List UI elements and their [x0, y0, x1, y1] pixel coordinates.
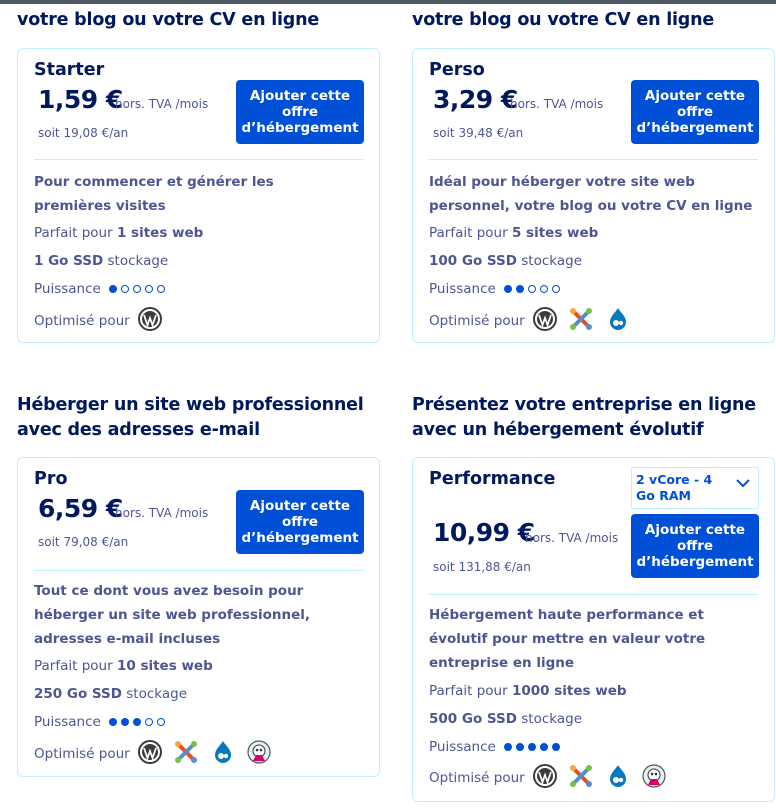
sites-line: Parfait pour 1 sites web — [34, 225, 204, 241]
yearly-price: soit 39,48 €/an — [433, 126, 524, 140]
plan-price: 3,29 € — [433, 85, 518, 114]
power-dot — [121, 285, 130, 293]
drupal-icon — [606, 307, 630, 335]
power-rating — [504, 281, 564, 297]
power-dot — [145, 285, 154, 293]
add-offer-button[interactable]: Ajouter cette offre d’hébergement — [236, 80, 364, 144]
price-note: hors. TVA /mois — [115, 97, 209, 111]
storage-line: 500 Go SSD stockage — [429, 711, 583, 727]
divider — [429, 594, 758, 595]
power-dot — [157, 718, 166, 726]
plan-card-pro: Pro 6,59 € hors. TVA /mois soit 79,08 €/… — [17, 457, 380, 777]
plan-description: Idéal pour héberger votre site web perso… — [429, 174, 753, 214]
power-dot — [540, 743, 549, 751]
power-dot — [133, 718, 142, 726]
optimized-line: Optimisé pour — [34, 740, 279, 768]
add-offer-button[interactable]: Ajouter cette offre d’hébergement — [631, 514, 759, 578]
price-note: hors. TVA /mois — [525, 531, 619, 545]
section-heading-pro: Héberger un site web professionnel avec … — [17, 395, 364, 440]
joomla-icon — [569, 307, 593, 335]
section-heading-starter: votre blog ou votre CV en ligne — [17, 10, 320, 30]
wordpress-icon — [138, 740, 163, 768]
optimized-line: Optimisé pour — [429, 764, 674, 792]
yearly-price: soit 79,08 €/an — [38, 535, 129, 549]
storage-line: 1 Go SSD stockage — [34, 253, 169, 269]
power-dot — [504, 285, 513, 293]
optimized-line: Optimisé pour — [429, 307, 638, 335]
divider — [429, 159, 758, 160]
plan-description: Tout ce dont vous avez besoin pour héber… — [34, 583, 311, 647]
power-rating — [109, 714, 169, 730]
power-line: Puissance — [429, 739, 564, 755]
wordpress-icon — [533, 764, 558, 792]
plan-description: Hébergement haute performance et évoluti… — [429, 607, 706, 671]
plan-card-perso: Perso 3,29 € hors. TVA /mois soit 39,48 … — [412, 48, 775, 343]
top-scroll-edge — [0, 0, 776, 4]
prestashop-icon — [642, 764, 666, 792]
power-dot — [528, 285, 537, 293]
add-offer-button[interactable]: Ajouter cette offre d’hébergement — [631, 80, 759, 144]
power-dot — [109, 285, 118, 293]
joomla-icon — [569, 764, 593, 792]
sites-line: Parfait pour 1000 sites web — [429, 683, 627, 699]
drupal-icon — [606, 764, 630, 792]
wordpress-icon — [138, 307, 163, 335]
power-dot — [133, 285, 142, 293]
power-line: Puissance — [34, 281, 169, 297]
plan-name: Performance — [429, 469, 556, 489]
plan-price: 1,59 € — [38, 85, 123, 114]
power-dot — [145, 718, 154, 726]
power-rating — [109, 281, 169, 297]
power-line: Puissance — [429, 281, 564, 297]
power-dot — [109, 718, 118, 726]
plan-card-starter: Starter 1,59 € hors. TVA /mois soit 19,0… — [17, 48, 380, 343]
sites-line: Parfait pour 5 sites web — [429, 225, 599, 241]
optimized-line: Optimisé pour — [34, 307, 170, 335]
price-note: hors. TVA /mois — [510, 97, 604, 111]
plan-description: Pour commencer et générer les premières … — [34, 174, 274, 214]
divider — [34, 570, 363, 571]
chevron-down-icon — [736, 476, 750, 492]
power-dot — [504, 743, 513, 751]
wordpress-icon — [533, 307, 558, 335]
storage-line: 250 Go SSD stockage — [34, 686, 188, 702]
power-dot — [552, 285, 561, 293]
plan-name: Perso — [429, 60, 485, 80]
power-dot — [540, 285, 549, 293]
config-select-value: 2 vCore - 4 Go RAM — [636, 472, 713, 503]
power-dot — [528, 743, 537, 751]
config-select[interactable]: 2 vCore - 4 Go RAM — [631, 467, 759, 509]
power-dot — [121, 718, 130, 726]
add-offer-button[interactable]: Ajouter cette offre d’hébergement — [236, 490, 364, 554]
price-note: hors. TVA /mois — [115, 506, 209, 520]
power-dot — [552, 743, 561, 751]
section-heading-performance: Présentez votre entreprise en ligne avec… — [412, 395, 756, 440]
sites-line: Parfait pour 10 sites web — [34, 658, 213, 674]
plan-name: Pro — [34, 469, 68, 489]
storage-line: 100 Go SSD stockage — [429, 253, 583, 269]
plan-card-performance: Performance 2 vCore - 4 Go RAM 10,99 € h… — [412, 457, 775, 802]
power-dot — [157, 285, 166, 293]
drupal-icon — [211, 740, 235, 768]
yearly-price: soit 19,08 €/an — [38, 126, 129, 140]
power-dot — [516, 743, 525, 751]
plan-name: Starter — [34, 60, 105, 80]
yearly-price: soit 131,88 €/an — [433, 560, 531, 574]
plan-price: 6,59 € — [38, 494, 123, 523]
power-dot — [516, 285, 525, 293]
divider — [34, 159, 363, 160]
prestashop-icon — [247, 740, 271, 768]
plan-price: 10,99 € — [433, 518, 535, 547]
joomla-icon — [174, 740, 198, 768]
power-line: Puissance — [34, 714, 169, 730]
power-rating — [504, 739, 564, 755]
section-heading-perso: votre blog ou votre CV en ligne — [412, 10, 715, 30]
